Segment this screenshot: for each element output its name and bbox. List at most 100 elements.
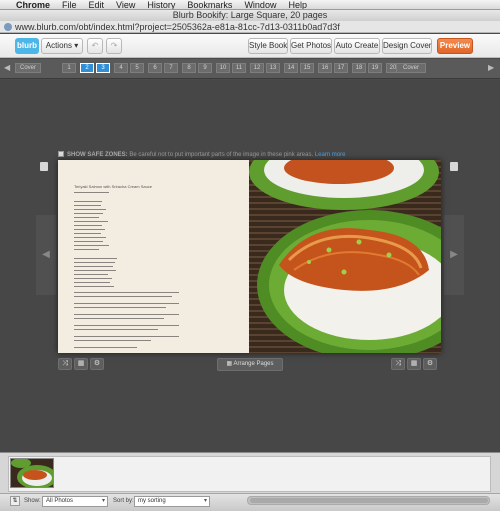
text-line: [74, 266, 113, 268]
salmon-photo: [249, 160, 441, 353]
text-line: [74, 274, 108, 276]
address-bar[interactable]: www.blurb.com/obt/index.html?project=250…: [0, 21, 500, 33]
text-line: [74, 270, 116, 272]
right-page-photo[interactable]: [249, 160, 441, 353]
strip-left-arrow-icon[interactable]: ◀: [4, 62, 10, 74]
sort-value: my sorting: [138, 498, 166, 504]
photo-thumbnail[interactable]: [10, 458, 54, 488]
text-line: [74, 340, 151, 342]
page-thumb-cover-front[interactable]: Cover: [15, 63, 41, 73]
text-line: [74, 303, 179, 305]
safe-zone-checkbox[interactable]: [58, 151, 64, 158]
photo-tray-strip: [8, 456, 491, 492]
redo-button[interactable]: ↷: [106, 38, 122, 54]
text-line: [74, 314, 179, 316]
page-thumb-5[interactable]: 5: [130, 63, 144, 73]
strip-right-arrow-icon[interactable]: ▶: [488, 62, 494, 74]
text-line: [74, 307, 167, 309]
menu-history[interactable]: History: [147, 0, 175, 9]
left-shuffle-icon[interactable]: ⤨: [58, 358, 72, 370]
right-shuffle-icon[interactable]: ⤨: [391, 358, 405, 370]
text-line: [74, 229, 105, 231]
text-line: [74, 258, 118, 260]
safe-zone-toggle[interactable]: SHOW SAFE ZONES: Be careful not to put i…: [58, 150, 478, 160]
page-thumb-14[interactable]: 14: [284, 63, 298, 73]
blurb-logo: blurb: [15, 38, 39, 54]
thumbnail-image: [11, 459, 53, 487]
page-thumb-1[interactable]: 1: [62, 63, 76, 73]
recipe-title: Teriyaki Salmon with Sriracha Cream Sauc…: [74, 184, 153, 189]
page-thumb-10[interactable]: 10: [216, 63, 230, 73]
text-line: [74, 192, 109, 194]
left-page-doc-icon[interactable]: [40, 162, 48, 171]
text-line: [74, 233, 101, 235]
collapse-tray-icon[interactable]: ⇅: [10, 496, 20, 506]
sort-select[interactable]: my sorting ▾: [134, 496, 210, 507]
preview-button[interactable]: Preview: [437, 38, 473, 54]
menu-file[interactable]: File: [62, 0, 77, 9]
right-page-doc-icon[interactable]: [450, 162, 458, 171]
page-thumb-11[interactable]: 11: [232, 63, 246, 73]
page-thumb-8[interactable]: 8: [182, 63, 196, 73]
right-settings-icon[interactable]: ⚙: [423, 358, 437, 370]
text-line: [74, 329, 158, 331]
menu-edit[interactable]: Edit: [89, 0, 105, 9]
style-book-button[interactable]: Style Book: [248, 38, 288, 54]
show-filter-value: All Photos: [46, 498, 74, 504]
safe-zone-text: Be careful not to put important parts of…: [129, 152, 314, 158]
page-thumb-3[interactable]: 3: [96, 63, 110, 73]
page-thumb-cover-back[interactable]: Cover: [396, 63, 426, 73]
page-thumb-17[interactable]: 17: [334, 63, 348, 73]
tray-scrollbar-thumb[interactable]: [250, 498, 488, 503]
text-line: [74, 278, 112, 280]
text-line: [74, 292, 179, 294]
text-line: [74, 217, 100, 219]
page-thumb-4[interactable]: 4: [114, 63, 128, 73]
safe-zone-label: SHOW SAFE ZONES:: [67, 152, 128, 158]
page-thumb-15[interactable]: 15: [300, 63, 314, 73]
design-cover-button[interactable]: Design Cover: [382, 38, 432, 54]
left-settings-icon[interactable]: ⚙: [90, 358, 104, 370]
arrange-pages-label: Arrange Pages: [233, 361, 274, 367]
text-line: [74, 237, 107, 239]
prev-spread-button[interactable]: ◀: [36, 215, 56, 295]
left-layout-icon[interactable]: ▦: [74, 358, 88, 370]
page-thumb-19[interactable]: 19: [368, 63, 382, 73]
text-line: [74, 318, 164, 320]
menu-window[interactable]: Window: [244, 0, 276, 9]
auto-create-button[interactable]: Auto Create: [334, 38, 380, 54]
menu-bookmarks[interactable]: Bookmarks: [187, 0, 232, 9]
page-thumb-13[interactable]: 13: [266, 63, 280, 73]
show-label: Show:: [24, 498, 41, 504]
page-thumb-2[interactable]: 2: [80, 63, 94, 73]
text-line: [74, 213, 104, 215]
page-thumb-7[interactable]: 7: [164, 63, 178, 73]
text-line: [74, 262, 115, 264]
mac-menu-bar: Chrome File Edit View History Bookmarks …: [0, 0, 500, 10]
text-line: [74, 336, 179, 338]
menu-chrome[interactable]: Chrome: [16, 0, 50, 9]
get-photos-button[interactable]: Get Photos: [290, 38, 332, 54]
text-line: [74, 282, 111, 284]
text-line: [74, 225, 102, 227]
text-line: [74, 347, 137, 349]
text-line: [74, 205, 101, 207]
page-thumb-9[interactable]: 9: [198, 63, 212, 73]
page-thumb-6[interactable]: 6: [148, 63, 162, 73]
page-thumb-18[interactable]: 18: [352, 63, 366, 73]
page-thumb-12[interactable]: 12: [250, 63, 264, 73]
learn-more-link[interactable]: Learn more: [315, 152, 346, 158]
actions-button[interactable]: Actions ▾: [41, 38, 83, 54]
arrange-pages-button[interactable]: ▦ Arrange Pages: [217, 358, 283, 371]
text-line: [74, 249, 100, 251]
url-text[interactable]: www.blurb.com/obt/index.html?project=250…: [15, 21, 340, 33]
right-layout-icon[interactable]: ▦: [407, 358, 421, 370]
show-filter-select[interactable]: All Photos ▾: [42, 496, 108, 507]
window-title: Blurb Bookify: Large Square, 20 pages: [0, 10, 500, 21]
text-line: [74, 209, 106, 211]
page-thumb-16[interactable]: 16: [318, 63, 332, 73]
next-spread-button[interactable]: ▶: [444, 215, 464, 295]
undo-button[interactable]: ↶: [87, 38, 103, 54]
menu-view[interactable]: View: [116, 0, 135, 9]
menu-help[interactable]: Help: [288, 0, 307, 9]
